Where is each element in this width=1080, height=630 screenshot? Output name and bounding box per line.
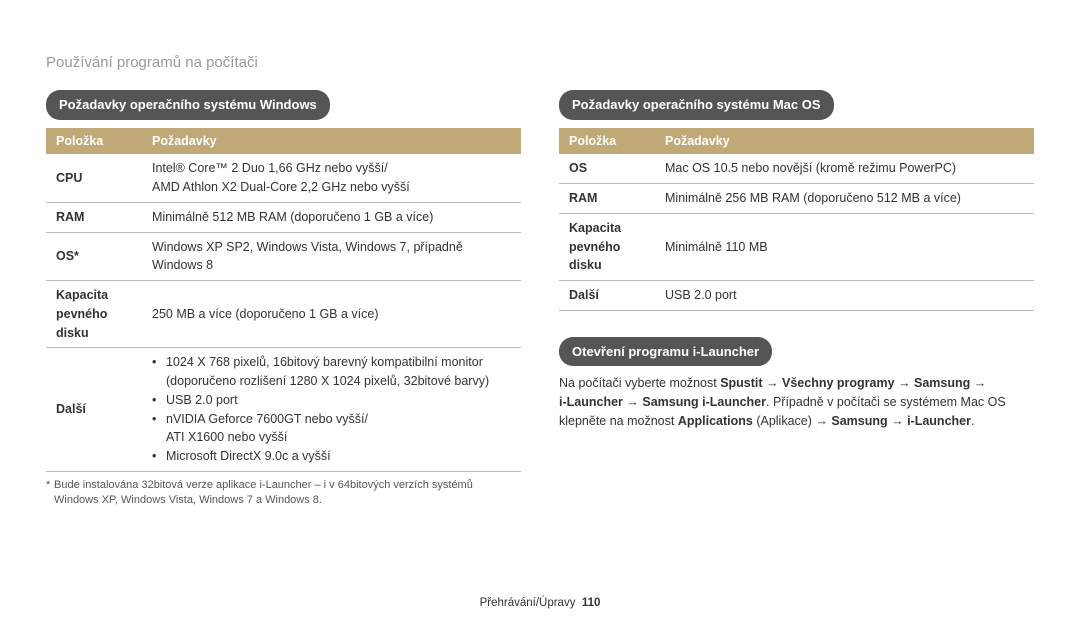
arrow-icon: → (895, 376, 914, 390)
page-footer: Přehrávání/Úpravy 110 (0, 595, 1080, 612)
right-column: Požadavky operačního systému Mac OS Polo… (559, 90, 1034, 509)
footnote: Bude instalována 32bitová verze aplikace… (46, 478, 521, 509)
table-header: Požadavky (655, 128, 1034, 155)
windows-req-table: Položka Požadavky CPU Intel® Core™ 2 Duo… (46, 128, 521, 472)
cell-key: OS* (46, 232, 142, 281)
cell-value: Minimálně 256 MB RAM (doporučeno 512 MB … (655, 184, 1034, 214)
mac-req-table: Položka Požadavky OS Mac OS 10.5 nebo no… (559, 128, 1034, 311)
cell-key: RAM (46, 202, 142, 232)
cell-value: Minimálně 110 MB (655, 213, 1034, 280)
cell-key: Další (559, 281, 655, 311)
table-header: Položka (559, 128, 655, 155)
mac-req-badge: Požadavky operačního systému Mac OS (559, 90, 834, 120)
list-item: 1024 X 768 pixelů, 16bitový barevný komp… (152, 353, 511, 391)
cell-key: Další (46, 348, 142, 472)
left-column: Požadavky operačního systému Windows Pol… (46, 90, 521, 509)
table-row: OS* Windows XP SP2, Windows Vista, Windo… (46, 232, 521, 281)
page-header: Používání programů na počítači (46, 52, 258, 75)
launcher-badge: Otevření programu i-Launcher (559, 337, 772, 367)
list-item: Microsoft DirectX 9.0c a vyšší (152, 447, 511, 466)
cell-value: 1024 X 768 pixelů, 16bitový barevný komp… (142, 348, 521, 472)
arrow-icon: → (970, 376, 986, 390)
arrow-icon: → (815, 414, 831, 428)
launcher-text: Na počítači vyberte možnost Spustit → Vš… (559, 374, 1034, 430)
arrow-icon: → (623, 395, 642, 409)
windows-req-badge: Požadavky operačního systému Windows (46, 90, 330, 120)
cell-key: Kapacita pevného disku (46, 281, 142, 348)
list-item: nVIDIA Geforce 7600GT nebo vyšší/ ATI X1… (152, 410, 511, 448)
cell-value: Windows XP SP2, Windows Vista, Windows 7… (142, 232, 521, 281)
cell-value: Intel® Core™ 2 Duo 1,66 GHz nebo vyšší/ … (142, 154, 521, 202)
mac-section: Požadavky operačního systému Mac OS Polo… (559, 90, 1034, 311)
table-row: CPU Intel® Core™ 2 Duo 1,66 GHz nebo vyš… (46, 154, 521, 202)
cell-key: OS (559, 154, 655, 183)
cell-value: USB 2.0 port (655, 281, 1034, 311)
cell-value: 250 MB a více (doporučeno 1 GB a více) (142, 281, 521, 348)
cell-value: Minimálně 512 MB RAM (doporučeno 1 GB a … (142, 202, 521, 232)
table-row: RAM Minimálně 512 MB RAM (doporučeno 1 G… (46, 202, 521, 232)
table-row: Kapacita pevného disku Minimálně 110 MB (559, 213, 1034, 280)
page-number: 110 (582, 597, 601, 609)
table-header: Požadavky (142, 128, 521, 155)
cell-value: Mac OS 10.5 nebo novější (kromě režimu P… (655, 154, 1034, 183)
cell-key: CPU (46, 154, 142, 202)
table-row: OS Mac OS 10.5 nebo novější (kromě režim… (559, 154, 1034, 183)
table-row: Další 1024 X 768 pixelů, 16bitový barevn… (46, 348, 521, 472)
list-item: USB 2.0 port (152, 391, 511, 410)
table-row: Další USB 2.0 port (559, 281, 1034, 311)
table-row: Kapacita pevného disku 250 MB a více (do… (46, 281, 521, 348)
cell-key: Kapacita pevného disku (559, 213, 655, 280)
main-content: Požadavky operačního systému Windows Pol… (46, 90, 1034, 509)
arrow-icon: → (888, 414, 907, 428)
arrow-icon: → (763, 376, 782, 390)
cell-key: RAM (559, 184, 655, 214)
page-header-title: Používání programů na počítači (46, 54, 258, 71)
launcher-section: Otevření programu i-Launcher Na počítači… (559, 337, 1034, 431)
footer-section: Přehrávání/Úpravy (480, 597, 576, 609)
table-row: RAM Minimálně 256 MB RAM (doporučeno 512… (559, 184, 1034, 214)
table-header: Položka (46, 128, 142, 155)
